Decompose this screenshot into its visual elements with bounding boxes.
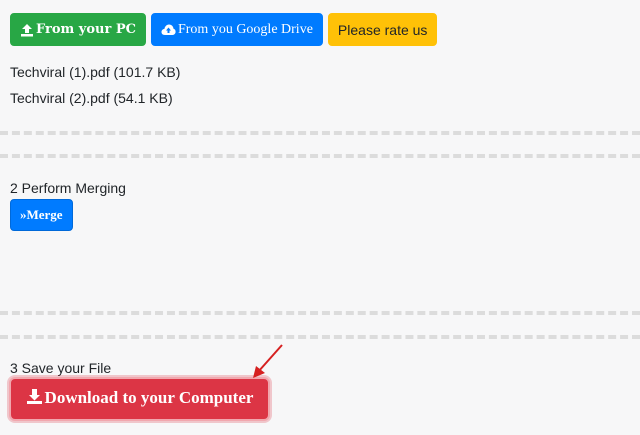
- from-pc-label: From your PC: [36, 22, 136, 37]
- section-divider: [0, 311, 640, 315]
- step-2-label: 2 Perform Merging: [10, 180, 126, 196]
- section-divider: [0, 131, 640, 135]
- uploaded-file-1: Techviral (1).pdf (101.7 KB): [10, 64, 181, 80]
- section-divider: [0, 335, 640, 339]
- download-button[interactable]: Download to your Computer: [9, 377, 270, 421]
- merge-button[interactable]: »Merge: [10, 199, 73, 231]
- red-arrow-icon: [253, 344, 283, 378]
- from-pc-button[interactable]: From your PC: [10, 13, 146, 46]
- rate-us-button[interactable]: Please rate us: [327, 13, 438, 46]
- uploaded-file-2: Techviral (2).pdf (54.1 KB): [10, 90, 173, 106]
- from-google-drive-label: From you Google Drive: [177, 21, 313, 37]
- cloud-upload-icon: [161, 23, 176, 36]
- rate-us-label: Please rate us: [337, 21, 428, 38]
- download-icon: [26, 388, 43, 410]
- upload-toolbar: From your PC From you Google Drive Pleas…: [10, 13, 438, 46]
- upload-icon: [20, 23, 34, 37]
- section-divider: [0, 154, 640, 158]
- from-google-drive-button[interactable]: From you Google Drive: [150, 13, 323, 46]
- merge-label: Merge: [26, 207, 63, 222]
- download-label: Download to your Computer: [44, 388, 254, 407]
- step-3-label: 3 Save your File: [10, 360, 112, 376]
